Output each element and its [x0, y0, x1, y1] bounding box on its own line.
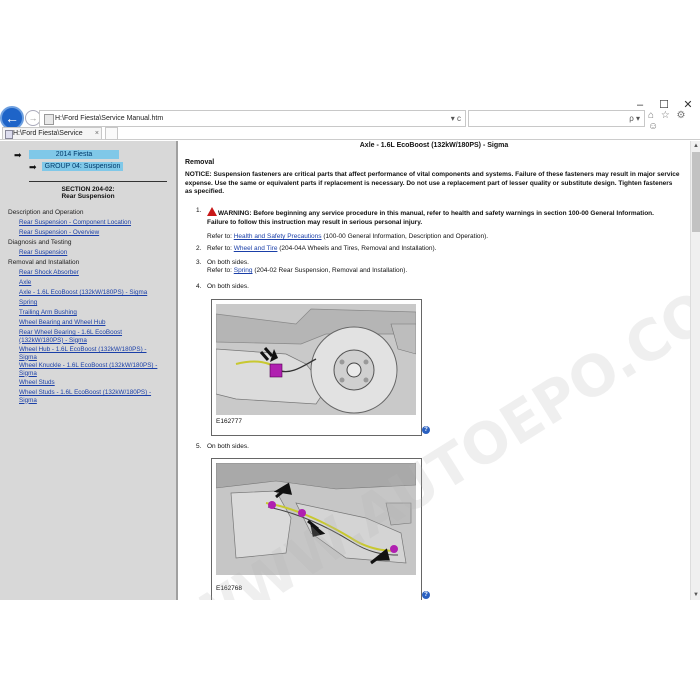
step-body: Refer to: Wheel and Tire (204-04A Wheels… — [207, 245, 667, 253]
search-icon[interactable]: ρ ▾ — [629, 111, 640, 126]
scroll-up-icon[interactable]: ▲ — [691, 141, 700, 151]
sidebar: ➡ 2014 Fiesta ➡ GROUP 04: Suspension SEC… — [0, 141, 178, 600]
page-icon — [44, 114, 54, 125]
refer-link[interactable]: Health and Safety Precautions — [234, 233, 322, 240]
main-content: Axle - 1.6L EcoBoost (132kW/180PS) - Sig… — [178, 141, 690, 600]
figure-label: E162777 — [216, 418, 243, 425]
address-url[interactable]: H:\Ford Fiesta\Service Manual.htm — [55, 111, 163, 126]
refer-suffix: (204-02 Rear Suspension, Removal and Ins… — [252, 267, 408, 274]
sidebar-link[interactable]: Wheel Knuckle - 1.6L EcoBoost (132kW/180… — [19, 362, 159, 377]
help-icon[interactable]: ? — [422, 426, 430, 434]
figure-e162777: E162777 — [211, 299, 422, 436]
refer-prefix: Refer to: — [207, 245, 234, 252]
sidebar-link[interactable]: Rear Shock Absorber — [19, 269, 159, 277]
refer-prefix: Refer to: — [207, 233, 234, 240]
sidebar-link[interactable]: Rear Wheel Bearing - 1.6L EcoBoost (132k… — [19, 329, 129, 344]
refer-line: Refer to: Health and Safety Precautions … — [207, 233, 667, 241]
page-title: Axle - 1.6L EcoBoost (132kW/180PS) - Sig… — [359, 142, 509, 149]
arrow-right-icon: ➡ — [29, 162, 37, 172]
warning-block: WARNING: Before beginning any service pr… — [207, 207, 667, 227]
vertical-scrollbar[interactable]: ▲ ▼ — [690, 141, 700, 600]
step-number: 4. — [196, 283, 202, 290]
scroll-thumb[interactable] — [692, 152, 700, 232]
section-heading: Removal — [185, 159, 215, 166]
year-pill[interactable]: 2014 Fiesta — [29, 150, 119, 159]
refer-link[interactable]: Spring — [234, 267, 253, 274]
step-body: On both sides. Refer to: Spring (204-02 … — [207, 259, 667, 275]
scroll-down-icon[interactable]: ▼ — [691, 590, 700, 600]
refer-suffix: (204-04A Wheels and Tires, Removal and I… — [277, 245, 437, 252]
group-pill[interactable]: GROUP 04: Suspension — [42, 162, 123, 171]
sidebar-link[interactable]: Rear Suspension - Component Location — [19, 219, 159, 227]
category-label: Removal and Installation — [8, 259, 80, 266]
sidebar-link[interactable]: Trailing Arm Bushing — [19, 309, 159, 317]
address-bar[interactable]: H:\Ford Fiesta\Service Manual.htm ▾ c — [39, 110, 466, 127]
sidebar-link[interactable]: Wheel Studs - 1.6L EcoBoost (132kW/180PS… — [19, 389, 154, 404]
step-number: 3. — [196, 259, 202, 266]
warning-text: WARNING: Before beginning any service pr… — [207, 210, 654, 226]
tab-bar: H:\Ford Fiesta\Service Man... × — [0, 127, 700, 149]
sidebar-link[interactable]: Spring — [19, 299, 159, 307]
sidebar-link[interactable]: Axle — [19, 279, 159, 287]
sidebar-link[interactable]: Wheel Studs — [19, 379, 159, 387]
sidebar-link[interactable]: Wheel Bearing and Wheel Hub — [19, 319, 159, 327]
notice-text: NOTICE: Suspension fasteners are critica… — [185, 171, 680, 195]
warning-icon — [207, 207, 217, 216]
page-icon — [5, 130, 13, 139]
category-label: Diagnosis and Testing — [8, 239, 72, 246]
search-input[interactable]: ρ ▾ — [468, 110, 645, 127]
refer-suffix: (100-00 General Information, Description… — [321, 233, 489, 240]
divider — [29, 181, 167, 182]
figure-label: E162768 — [216, 585, 243, 592]
axle-illustration — [216, 304, 416, 415]
sidebar-link[interactable]: Rear Suspension — [19, 249, 159, 257]
step-text: On both sides. — [207, 259, 249, 266]
step-body: WARNING: Before beginning any service pr… — [207, 207, 667, 241]
refer-prefix: Refer to: — [207, 267, 234, 274]
sidebar-link[interactable]: Wheel Hub - 1.6L EcoBoost (132kW/180PS) … — [19, 346, 149, 361]
sidebar-link[interactable]: Rear Suspension - Overview — [19, 229, 159, 237]
category-label: Description and Operation — [8, 209, 84, 216]
help-icon[interactable]: ? — [422, 591, 430, 599]
section-number: SECTION 204-02: — [61, 186, 115, 193]
refer-link[interactable]: Wheel and Tire — [234, 245, 278, 252]
arrow-right-icon: ➡ — [14, 150, 22, 160]
section-name: Rear Suspension — [61, 193, 115, 200]
browser-window: – ☐ ✕ ← → H:\Ford Fiesta\Service Manual.… — [0, 95, 700, 600]
step-number: 2. — [196, 245, 202, 252]
axle-illustration — [216, 463, 416, 575]
axle-diagram — [216, 304, 416, 415]
step-number: 1. — [196, 207, 202, 214]
new-tab-button[interactable] — [105, 127, 118, 140]
close-tab-icon[interactable]: × — [95, 128, 99, 140]
step-number: 5. — [196, 443, 202, 450]
figure-e162768: E162768 — [211, 458, 422, 600]
sidebar-link[interactable]: Axle - 1.6L EcoBoost (132kW/180PS) - Sig… — [19, 289, 159, 297]
tab-service-manual[interactable]: H:\Ford Fiesta\Service Man... × — [2, 127, 102, 149]
step-text: On both sides. — [207, 283, 249, 290]
refresh-icon[interactable]: ▾ c — [451, 111, 461, 126]
step-text: On both sides. — [207, 443, 249, 450]
axle-diagram — [216, 463, 416, 575]
